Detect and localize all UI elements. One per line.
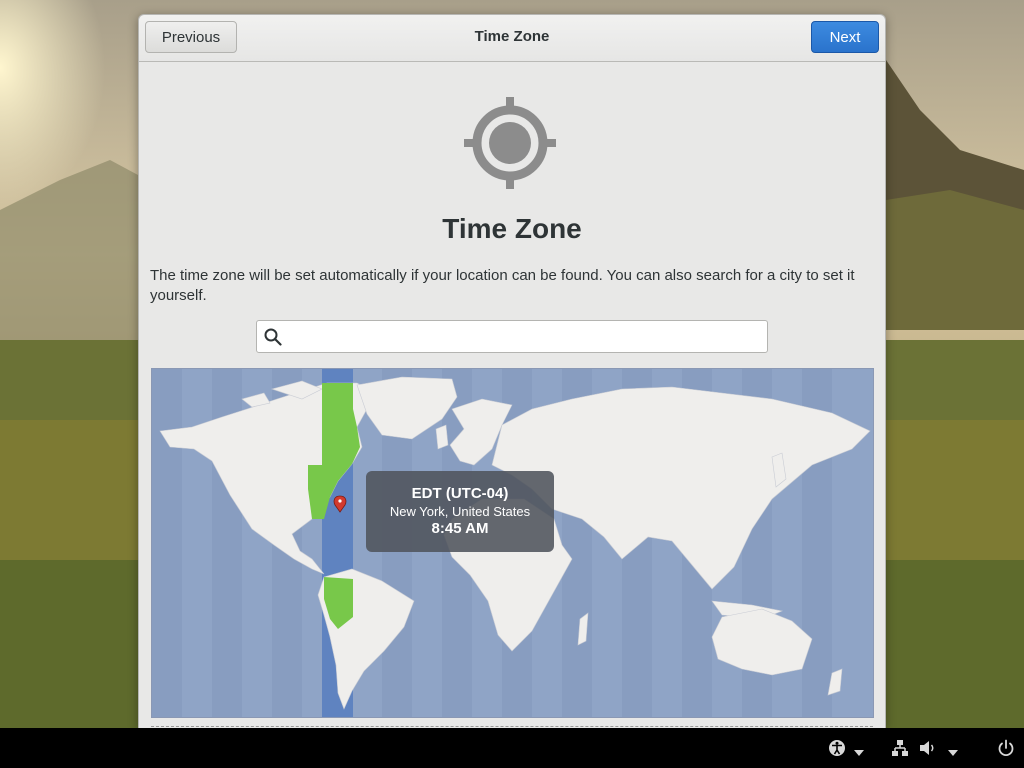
timezone-map[interactable]: EDT (UTC-04) New York, United States 8:4…: [151, 368, 874, 718]
timezone-tooltip: EDT (UTC-04) New York, United States 8:4…: [366, 471, 554, 552]
timezone-label: EDT (UTC-04): [411, 485, 509, 502]
city-search-field[interactable]: [256, 320, 768, 353]
network-icon[interactable]: [892, 739, 908, 757]
separator: [151, 726, 873, 727]
power-icon[interactable]: [997, 739, 1015, 757]
header-bar: Previous Time Zone Next: [139, 15, 885, 62]
volume-icon[interactable]: [919, 739, 937, 757]
search-icon: [264, 328, 282, 346]
local-time-label: 8:45 AM: [431, 520, 489, 537]
chevron-down-icon[interactable]: [854, 744, 864, 762]
installer-window: Previous Time Zone Next Time Zone The ti…: [138, 14, 886, 728]
city-label: New York, United States: [389, 504, 531, 519]
location-target-icon: [464, 97, 556, 189]
page-title: Time Zone: [442, 213, 582, 244]
page-description: The time zone will be set automatically …: [150, 267, 855, 304]
search-input[interactable]: [289, 325, 763, 350]
header-title: Time Zone: [474, 28, 550, 45]
next-button[interactable]: Next: [811, 21, 879, 53]
chevron-down-icon[interactable]: [948, 744, 958, 762]
accessibility-icon[interactable]: [828, 739, 846, 757]
taskbar: [0, 728, 1024, 768]
